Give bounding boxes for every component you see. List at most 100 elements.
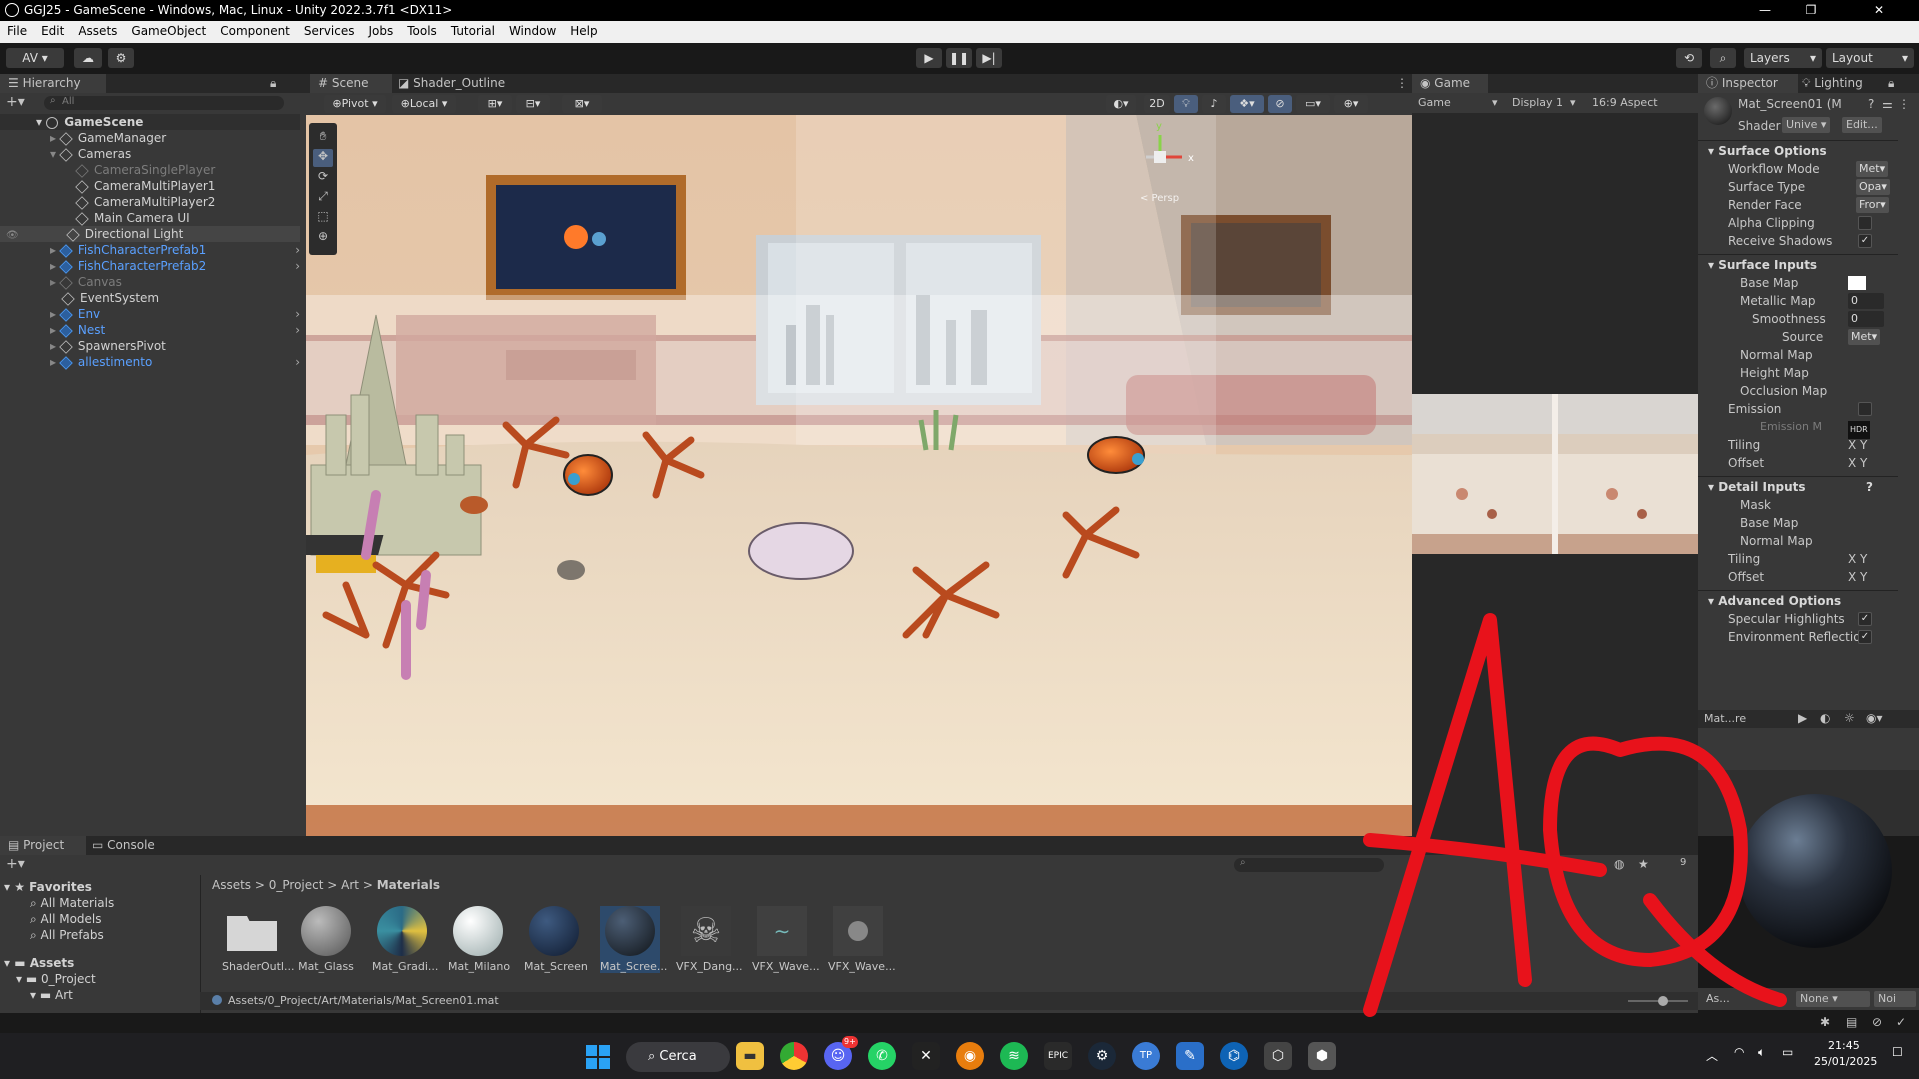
breadcrumb-item[interactable]: 0_Project [269, 878, 324, 892]
hidden-objects-icon[interactable]: ⊘ [1268, 95, 1292, 113]
menu-services[interactable]: Services [297, 21, 362, 38]
discord-icon[interactable]: ☺ 9+ [824, 1036, 858, 1070]
tree-item[interactable]: ▸ SpawnersPivot [0, 338, 300, 354]
bug-icon[interactable]: ✱ [1820, 1015, 1830, 1029]
tray-chevron-icon[interactable]: ︿ [1706, 1047, 1718, 1064]
account-dropdown[interactable]: AV ▾ [6, 48, 64, 68]
asset-item[interactable]: Mat_Gradi... [372, 906, 438, 973]
audio-toggle-icon[interactable]: ♪ [1202, 95, 1226, 113]
pause-button[interactable]: ❚❚ [946, 48, 972, 68]
edit-shader-button[interactable]: Edit... [1842, 117, 1882, 133]
tree-item[interactable]: ▸ Env › [0, 306, 300, 322]
draw-mode-button[interactable]: ◐▾ [1106, 95, 1136, 113]
preview-light-icon[interactable]: ☼ [1844, 711, 1855, 725]
pivot-dropdown[interactable]: ⊕Pivot ▾ [324, 95, 386, 113]
taskbar-search[interactable]: ⌕ Cerca [626, 1042, 730, 1072]
shader-dropdown[interactable]: Unive ▾ [1782, 117, 1831, 133]
tree-item[interactable]: ▸ Nest › [0, 322, 300, 338]
increment-snap-button[interactable]: ⊠▾ [562, 95, 602, 113]
lighting-toggle-icon[interactable]: 💡︎ [1174, 95, 1198, 113]
tab-scene[interactable]: # Scene [310, 74, 392, 93]
maximize-button[interactable]: ❐ [1788, 0, 1834, 21]
volume-icon[interactable]: 🔈︎ [1758, 1045, 1765, 1060]
files-icon[interactable]: ▬ [736, 1042, 764, 1070]
dropdown[interactable]: Fror▾ [1856, 197, 1889, 213]
checkbox[interactable]: ✓ [1858, 612, 1872, 626]
menu-edit[interactable]: Edit [34, 21, 71, 38]
steam-icon[interactable]: ⚙ [1088, 1042, 1116, 1070]
tree-item[interactable]: Main Camera UI [0, 210, 300, 226]
tab-project[interactable]: ▤ Project [0, 836, 86, 855]
settings-icon[interactable]: ⚌ [1882, 97, 1893, 111]
float-field[interactable]: 0 [1848, 293, 1884, 309]
step-button[interactable]: ▶| [976, 48, 1002, 68]
tree-item[interactable]: CameraMultiPlayer2 [0, 194, 300, 210]
tab-console[interactable]: ▭ Console [84, 836, 180, 855]
section-detail-inputs[interactable]: ▾ Detail Inputs? [1698, 476, 1898, 497]
more-icon[interactable]: ⋮ [1396, 76, 1408, 90]
tab-game[interactable]: ◉ Game [1412, 74, 1488, 93]
menu-help[interactable]: Help [563, 21, 604, 38]
asset-item[interactable]: Mat_Milano [448, 906, 510, 973]
section-surface-options[interactable]: ▾ Surface Options [1698, 140, 1898, 161]
search-icon[interactable]: ⌕ [1710, 48, 1736, 68]
cache-icon[interactable]: ▤ [1846, 1015, 1857, 1029]
spotify-icon[interactable]: ≋ [1000, 1042, 1028, 1070]
checkbox[interactable] [1858, 216, 1872, 230]
history-icon[interactable]: ⟲ [1676, 48, 1702, 68]
lock-icon[interactable]: 🔒︎ [270, 76, 276, 91]
tree-item[interactable]: ▾ Cameras [0, 146, 300, 162]
add-icon[interactable]: +▾ [6, 94, 25, 110]
tree-item[interactable]: EventSystem [0, 290, 300, 306]
layout-dropdown[interactable]: Layout ▾ [1826, 48, 1914, 68]
windows-start-icon[interactable] [586, 1045, 610, 1069]
tree-scene-root[interactable]: ▾ GameScene [0, 114, 300, 130]
tree-item[interactable]: ▸ Canvas [0, 274, 300, 290]
whatsapp-icon[interactable]: ✆ [868, 1042, 896, 1070]
tree-item[interactable]: CameraMultiPlayer1 [0, 178, 300, 194]
aspect-dropdown[interactable]: 16:9 Aspect [1592, 96, 1658, 109]
asset-item[interactable]: VFX_Wave... [828, 906, 896, 973]
asset-item[interactable]: ☠ VFX_Dang... [676, 906, 743, 973]
chrome-icon[interactable] [780, 1042, 808, 1070]
camera-settings-icon[interactable]: ▭▾ [1296, 95, 1330, 113]
clock-time[interactable]: 21:45 [1828, 1039, 1860, 1052]
close-button[interactable]: ✕ [1856, 0, 1902, 21]
vscode-icon[interactable]: ⌬ [1220, 1042, 1248, 1070]
game-viewport[interactable] [1412, 394, 1698, 554]
menu-assets[interactable]: Assets [71, 21, 124, 38]
menu-jobs[interactable]: Jobs [362, 21, 401, 38]
battery-icon[interactable]: ▭ [1782, 1045, 1793, 1059]
game-view-dropdown[interactable]: Game [1418, 96, 1451, 109]
dropdown[interactable]: Opa▾ [1856, 179, 1890, 195]
breadcrumb-item[interactable]: Assets [212, 878, 251, 892]
gizmos-toggle-icon[interactable]: ⊕▾ [1334, 95, 1368, 113]
dropdown[interactable]: Met▾ [1848, 329, 1881, 345]
preview-sphere-icon[interactable]: ◉▾ [1866, 711, 1883, 725]
move-tool-icon[interactable]: ✥ [313, 149, 333, 167]
help-icon[interactable]: ? [1868, 97, 1874, 111]
minimize-button[interactable]: — [1742, 0, 1788, 21]
tree-item[interactable]: ▸ FishCharacterPrefab1 › [0, 242, 300, 258]
asset-variant-dropdown[interactable]: Noi [1874, 991, 1916, 1007]
asset-item[interactable]: Mat_Screen [524, 906, 588, 973]
menu-tools[interactable]: Tools [400, 21, 444, 38]
more-icon[interactable]: ⋮ [1898, 97, 1910, 111]
add-icon[interactable]: +▾ [6, 856, 25, 872]
clock-date[interactable]: 25/01/2025 [1814, 1055, 1877, 1068]
tree-item[interactable]: ▸ allestimento › [0, 354, 300, 370]
epic-arrow-icon[interactable]: ✕ [912, 1042, 940, 1070]
hand-tool-icon[interactable]: ✋︎ [313, 129, 333, 147]
cloud-icon[interactable]: ☁ [74, 48, 102, 68]
2d-toggle[interactable]: 2D [1144, 95, 1170, 113]
rect-tool-icon[interactable]: ⬚ [313, 209, 333, 227]
rotate-tool-icon[interactable]: ⟳ [313, 169, 333, 187]
lock-icon[interactable]: 🔒︎ [1888, 76, 1894, 91]
menu-tutorial[interactable]: Tutorial [444, 21, 502, 38]
asset-item[interactable]: ShaderOutl... [222, 906, 294, 973]
blender-icon[interactable]: ◉ [956, 1042, 984, 1070]
asset-item[interactable]: Mat_Glass [296, 906, 356, 973]
notification-icon[interactable]: ☐ [1892, 1045, 1903, 1059]
tab-inspector[interactable]: ⓘ Inspector [1698, 74, 1798, 93]
checkbox[interactable]: ✓ [1858, 630, 1872, 644]
